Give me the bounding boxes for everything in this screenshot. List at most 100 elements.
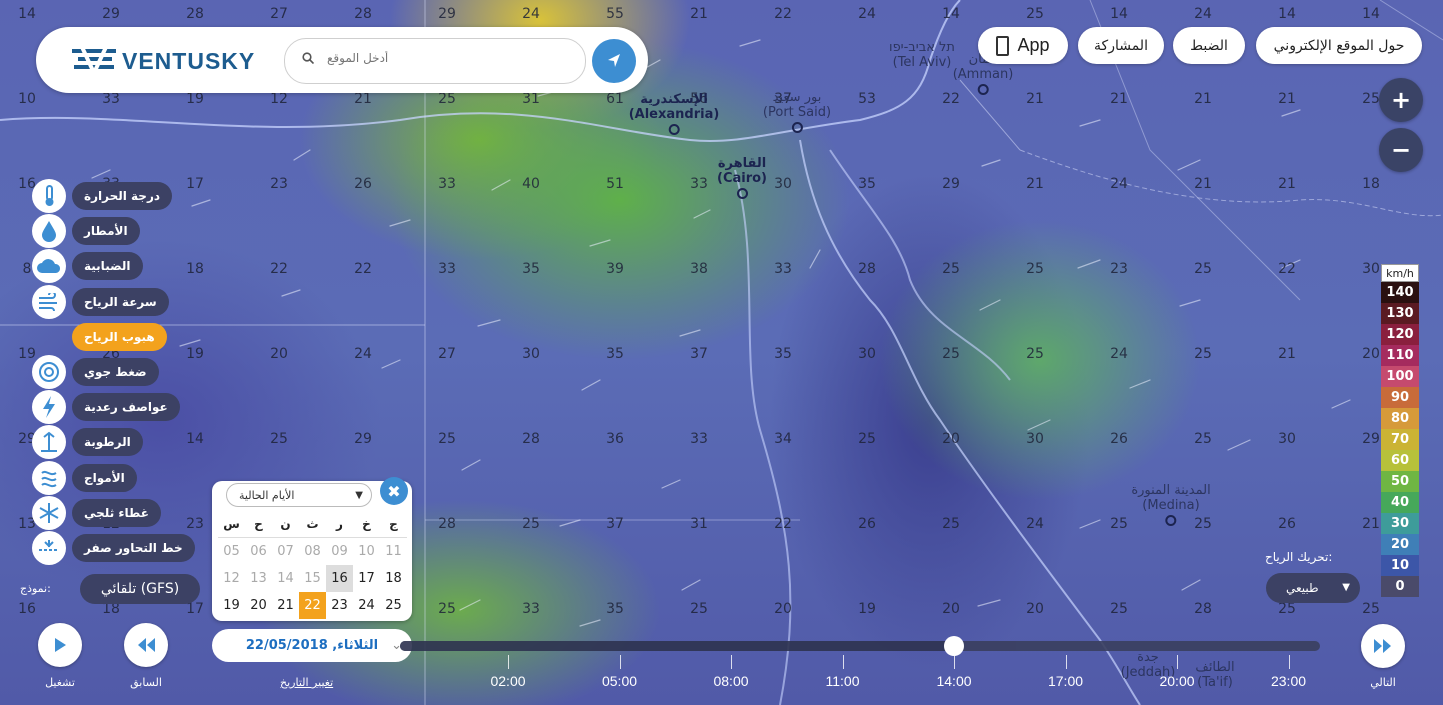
layer-label: هبوب الرياح bbox=[72, 323, 167, 351]
about-button[interactable]: حول الموقع الإلكتروني bbox=[1256, 27, 1422, 64]
calendar-day[interactable]: 14 bbox=[272, 565, 299, 592]
calendar-day[interactable]: 12 bbox=[218, 565, 245, 592]
calendar-day[interactable]: 29 bbox=[299, 619, 326, 621]
share-button[interactable]: المشاركة bbox=[1078, 27, 1164, 64]
timeline-tick bbox=[1288, 655, 1290, 669]
wind-value: 14 bbox=[942, 6, 960, 22]
timeline-hour-label[interactable]: 05:00 bbox=[602, 673, 637, 689]
wind-value: 29 bbox=[354, 431, 372, 447]
close-calendar-button[interactable]: ✖ bbox=[380, 477, 408, 505]
timeline-hour-label[interactable]: 14:00 bbox=[936, 673, 971, 689]
wind-value: 34 bbox=[774, 431, 792, 447]
wind-value: 24 bbox=[1110, 176, 1128, 192]
calendar-weekday: خ bbox=[353, 511, 380, 538]
timeline-hour-label[interactable]: 11:00 bbox=[826, 673, 860, 689]
wind-value: 22 bbox=[354, 261, 372, 277]
calendar-day[interactable]: 17 bbox=[353, 565, 380, 592]
next-button[interactable] bbox=[1361, 624, 1405, 668]
legend-value: 50 bbox=[1381, 471, 1419, 492]
calendar-day[interactable]: 28 bbox=[272, 619, 299, 621]
timeline-hour-label[interactable]: 02:00 bbox=[490, 673, 525, 689]
layer-label: الأمواج bbox=[72, 464, 137, 492]
layer-label: سرعة الرياح bbox=[72, 288, 169, 316]
wind-gust-legend: km/h 140 130 120 110 100 90 80 70 60 50 40 30 20 10 0 bbox=[1381, 264, 1419, 597]
calendar-day[interactable]: 13 bbox=[245, 565, 272, 592]
city-cairo[interactable]: القاهرة (Cairo) bbox=[717, 156, 767, 199]
app-button[interactable]: App bbox=[978, 27, 1068, 64]
calendar-day[interactable]: 19 bbox=[218, 592, 245, 619]
calendar-day[interactable]: 09 bbox=[326, 538, 353, 565]
calendar-day[interactable]: 30 bbox=[326, 619, 353, 621]
logo-text: VENTUSKY bbox=[122, 48, 256, 74]
calendar-day[interactable]: 05 bbox=[218, 538, 245, 565]
wind-value: 20 bbox=[942, 431, 960, 447]
calendar-day[interactable]: 31 bbox=[353, 619, 380, 621]
legend-value: 80 bbox=[1381, 408, 1419, 429]
calendar-day[interactable]: 11 bbox=[380, 538, 407, 565]
city-port-said[interactable]: بور سعيد (Port Said) bbox=[763, 90, 831, 133]
wind-value: 53 bbox=[858, 91, 876, 107]
calendar-day[interactable]: 15 bbox=[299, 565, 326, 592]
calendar-day[interactable]: 06 bbox=[245, 538, 272, 565]
settings-button[interactable]: الضبط bbox=[1173, 27, 1245, 64]
legend-value: 90 bbox=[1381, 387, 1419, 408]
wind-value: 19 bbox=[18, 346, 36, 362]
ventusky-logo[interactable]: VENTUSKY bbox=[72, 45, 262, 77]
change-date-link[interactable]: تغيير التاريخ bbox=[280, 676, 333, 689]
timeline-hour-label[interactable]: 17:00 bbox=[1048, 673, 1083, 689]
wind-value: 21 bbox=[1026, 91, 1044, 107]
calendar-day[interactable]: 27 bbox=[245, 619, 272, 621]
calendar-day[interactable]: 22 bbox=[299, 592, 326, 619]
search-box[interactable] bbox=[284, 38, 586, 84]
calendar-day[interactable]: 16 bbox=[326, 565, 353, 592]
timeline-hour-label[interactable]: 08:00 bbox=[713, 673, 748, 689]
calendar-day[interactable]: 07 bbox=[272, 538, 299, 565]
city-taif[interactable]: الطائف (Ta'if) bbox=[1195, 660, 1234, 690]
calendar-day[interactable]: 21 bbox=[272, 592, 299, 619]
city-medina[interactable]: المدينة المنورة (Medina) bbox=[1131, 483, 1211, 526]
zoom-in-button[interactable]: + bbox=[1379, 78, 1423, 122]
calendar-day[interactable]: 20 bbox=[245, 592, 272, 619]
wind-value: 33 bbox=[774, 261, 792, 277]
wind-value: 20 bbox=[942, 601, 960, 617]
wind-animation-dropdown[interactable]: طبيعي ▼ bbox=[1266, 573, 1360, 603]
calendar-day[interactable]: 25 bbox=[380, 592, 407, 619]
city-tel-aviv[interactable]: תל אביב-יפו (Tel Aviv) bbox=[889, 40, 955, 70]
timeline-tick bbox=[1065, 655, 1067, 669]
calendar-day[interactable]: 23 bbox=[326, 592, 353, 619]
wind-value: 35 bbox=[522, 261, 540, 277]
zoom-out-button[interactable]: − bbox=[1379, 128, 1423, 172]
calendar-week-row: 12 13 14 15 16 17 18 bbox=[218, 565, 408, 592]
calendar-day[interactable]: 24 bbox=[353, 592, 380, 619]
calendar-day[interactable]: 18 bbox=[380, 565, 407, 592]
wind-value: 14 bbox=[186, 431, 204, 447]
wind-value: 33 bbox=[438, 176, 456, 192]
calendar-mode-dropdown[interactable]: الأيام الحالية ▼ bbox=[226, 483, 372, 507]
wind-value: 23 bbox=[270, 176, 288, 192]
timeline-track[interactable] bbox=[400, 641, 1320, 651]
wind-value: 51 bbox=[606, 176, 624, 192]
calendar-day[interactable]: 26 bbox=[218, 619, 245, 621]
timeline-tick bbox=[1177, 655, 1178, 669]
timeline-handle[interactable] bbox=[944, 636, 964, 656]
wind-value: 25 bbox=[942, 516, 960, 532]
wind-value: 22 bbox=[270, 261, 288, 277]
calendar-day[interactable]: 08 bbox=[299, 538, 326, 565]
play-button[interactable] bbox=[38, 623, 82, 667]
locate-button[interactable] bbox=[592, 39, 636, 83]
calendar-day[interactable]: 01 bbox=[380, 619, 407, 621]
city-latin-name: (Tel Aviv) bbox=[892, 55, 952, 70]
city-alexandria[interactable]: الإسكندرية (Alexandria) bbox=[629, 92, 719, 135]
city-marker-icon bbox=[1165, 515, 1177, 526]
previous-button[interactable] bbox=[124, 623, 168, 667]
calendar-day[interactable]: 10 bbox=[353, 538, 380, 565]
wind-value: 8 bbox=[22, 261, 32, 277]
timeline-hour-label[interactable]: 20:00 bbox=[1159, 673, 1194, 689]
model-dropdown[interactable]: تلقائي (GFS) bbox=[80, 574, 200, 604]
wind-value: 38 bbox=[690, 261, 708, 277]
current-date-selector[interactable]: الثلاثاء, 22/05/2018 ⌄ bbox=[212, 629, 412, 662]
wind-value: 25 bbox=[1194, 431, 1212, 447]
lightning-icon bbox=[32, 390, 66, 424]
search-input[interactable] bbox=[325, 50, 569, 66]
timeline-hour-label[interactable]: 23:00 bbox=[1271, 673, 1306, 689]
